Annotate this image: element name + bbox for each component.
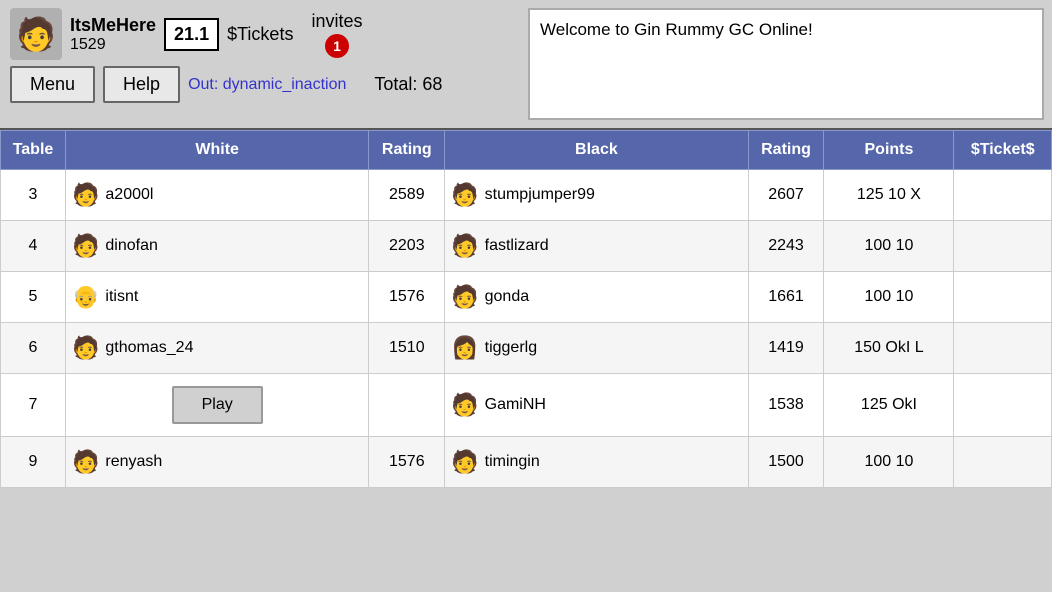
header-table: Table: [1, 131, 66, 170]
table-number: 7: [1, 374, 66, 437]
white-avatar: 🧑: [72, 449, 99, 475]
tickets: [954, 323, 1052, 374]
user-rating: 1529: [70, 36, 156, 54]
black-name: timingin: [485, 453, 540, 471]
white-avatar: 🧑: [72, 233, 99, 259]
top-bar: 🧑 ItsMeHere 1529 21.1 $Tickets invites 1…: [0, 0, 1052, 130]
white-avatar: 🧑: [72, 182, 99, 208]
white-name: itisnt: [105, 288, 138, 306]
invites-label: invites: [311, 11, 362, 32]
user-section: 🧑 ItsMeHere 1529 21.1 $Tickets invites 1…: [0, 0, 520, 128]
white-player-cell: 🧑 renyash: [66, 437, 369, 488]
black-name: stumpjumper99: [485, 186, 595, 204]
header-rating-b: Rating: [748, 131, 824, 170]
black-rating: 1538: [748, 374, 824, 437]
points: 125 10 X: [824, 170, 954, 221]
username: ItsMeHere: [70, 15, 156, 36]
tickets: [954, 170, 1052, 221]
game-table: Table White Rating Black Rating Points $…: [0, 130, 1052, 488]
tickets-label: $Tickets: [227, 24, 293, 45]
play-button[interactable]: Play: [172, 386, 263, 424]
user-top-row: 🧑 ItsMeHere 1529 21.1 $Tickets invites 1: [10, 8, 510, 60]
white-name: gthomas_24: [105, 339, 193, 357]
help-button[interactable]: Help: [103, 66, 180, 103]
black-avatar: 🧑: [451, 233, 478, 259]
header-tickets: $Ticket$: [954, 131, 1052, 170]
table-row: 3🧑a2000l2589🧑stumpjumper992607125 10 X: [1, 170, 1052, 221]
header-rating-w: Rating: [369, 131, 445, 170]
welcome-box: Welcome to Gin Rummy GC Online!: [528, 8, 1044, 120]
white-rating: [369, 374, 445, 437]
black-player-cell: 🧑 timingin: [445, 437, 748, 488]
black-player-cell: 🧑 fastlizard: [445, 221, 748, 272]
white-avatar: 👴: [72, 284, 99, 310]
points: 125 OkI: [824, 374, 954, 437]
white-player-cell: 🧑 gthomas_24: [66, 323, 369, 374]
black-rating: 1661: [748, 272, 824, 323]
table-number: 9: [1, 437, 66, 488]
black-name: gonda: [485, 288, 530, 306]
user-avatar: 🧑: [10, 8, 62, 60]
black-rating: 2607: [748, 170, 824, 221]
points: 100 10: [824, 437, 954, 488]
user-bottom-row: Menu Help Out: dynamic_inaction Total: 6…: [10, 66, 510, 103]
tickets: [954, 437, 1052, 488]
black-player-cell: 👩 tiggerlg: [445, 323, 748, 374]
white-player-cell: Play: [66, 374, 369, 437]
black-avatar: 🧑: [451, 182, 478, 208]
table-row: 7 Play 🧑 GamiNH 1538125 OkI: [1, 374, 1052, 437]
table-number: 6: [1, 323, 66, 374]
white-rating: 1510: [369, 323, 445, 374]
white-avatar: 🧑: [72, 335, 99, 361]
menu-button[interactable]: Menu: [10, 66, 95, 103]
black-player-cell: 🧑 stumpjumper99: [445, 170, 748, 221]
points: 100 10: [824, 221, 954, 272]
black-player-cell: 🧑 GamiNH: [445, 374, 748, 437]
table-row: 6🧑 gthomas_24 1510👩 tiggerlg 1419150 OkI L: [1, 323, 1052, 374]
tickets: [954, 221, 1052, 272]
white-player-cell: 🧑 dinofan: [66, 221, 369, 272]
points: 150 OkI L: [824, 323, 954, 374]
tickets-value: 21.1: [164, 18, 219, 51]
black-rating: 1419: [748, 323, 824, 374]
black-name: GamiNH: [485, 396, 546, 414]
white-name: renyash: [105, 453, 162, 471]
white-player-cell: 👴 itisnt: [66, 272, 369, 323]
table-row: 4🧑dinofan2203🧑fastlizard2243100 10: [1, 221, 1052, 272]
white-name: a2000l: [105, 186, 153, 204]
tickets: [954, 272, 1052, 323]
username-rating: ItsMeHere 1529: [70, 15, 156, 54]
white-rating: 1576: [369, 437, 445, 488]
table-number: 3: [1, 170, 66, 221]
black-name: fastlizard: [485, 237, 549, 255]
white-player-cell: 🧑 a2000l: [66, 170, 369, 221]
table-row: 5👴 itisnt 1576🧑 gonda 1661100 10: [1, 272, 1052, 323]
white-rating: 2589: [369, 170, 445, 221]
white-rating: 1576: [369, 272, 445, 323]
status-text: Out: dynamic_inaction: [188, 76, 346, 94]
table-number: 4: [1, 221, 66, 272]
table-header-row: Table White Rating Black Rating Points $…: [1, 131, 1052, 170]
table-number: 5: [1, 272, 66, 323]
black-avatar: 🧑: [451, 449, 478, 475]
white-name: dinofan: [105, 237, 158, 255]
black-name: tiggerlg: [485, 339, 537, 357]
black-rating: 2243: [748, 221, 824, 272]
black-avatar: 🧑: [451, 392, 478, 418]
header-points: Points: [824, 131, 954, 170]
black-avatar: 👩: [451, 335, 478, 361]
header-white: White: [66, 131, 369, 170]
black-player-cell: 🧑 gonda: [445, 272, 748, 323]
invites-section: invites 1: [311, 11, 362, 58]
total-text: Total: 68: [374, 74, 442, 95]
table-row: 9🧑renyash1576🧑timingin1500100 10: [1, 437, 1052, 488]
points: 100 10: [824, 272, 954, 323]
tickets: [954, 374, 1052, 437]
invites-badge[interactable]: 1: [325, 34, 349, 58]
header-black: Black: [445, 131, 748, 170]
black-avatar: 🧑: [451, 284, 478, 310]
black-rating: 1500: [748, 437, 824, 488]
white-rating: 2203: [369, 221, 445, 272]
